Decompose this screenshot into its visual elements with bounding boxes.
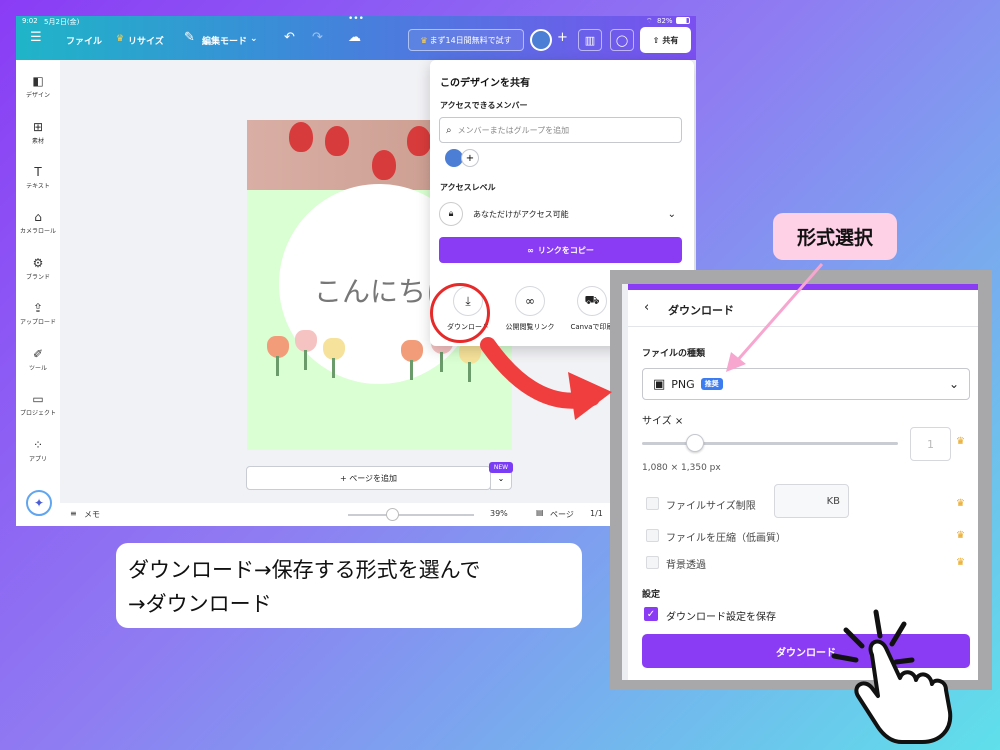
pink-arrow [734, 263, 824, 363]
pointing-hand-icon [854, 639, 953, 744]
red-arrow-head [568, 372, 612, 420]
annotation-overlay [480, 263, 953, 744]
